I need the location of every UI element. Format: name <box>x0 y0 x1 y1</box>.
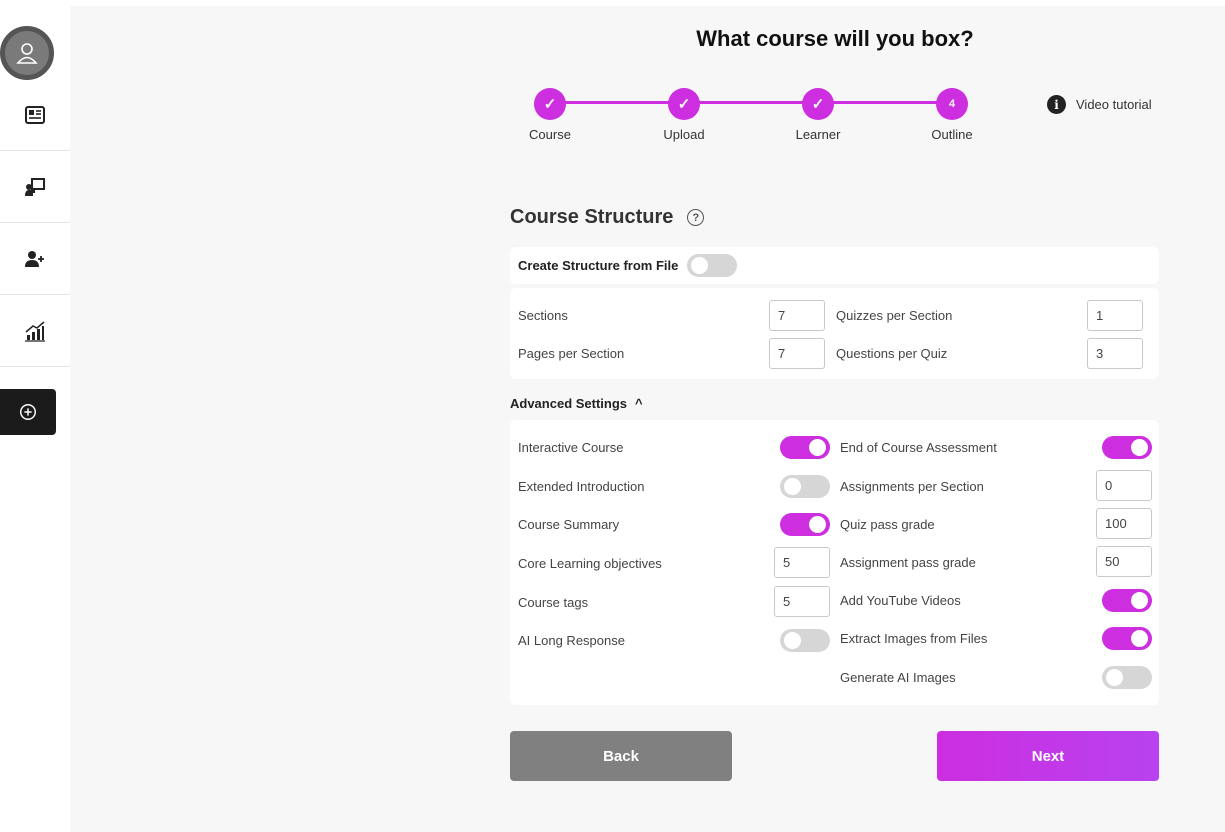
questions-per-quiz-input[interactable]: 3 <box>1087 338 1143 369</box>
info-icon: i <box>1047 95 1066 114</box>
add-youtube-videos-label: Add YouTube Videos <box>840 593 961 608</box>
video-tutorial-label: Video tutorial <box>1076 97 1152 112</box>
interactive-course-label: Interactive Course <box>518 440 624 455</box>
step-course[interactable]: ✓ Course <box>510 88 590 142</box>
extended-introduction-label: Extended Introduction <box>518 479 645 494</box>
add-youtube-videos-toggle[interactable] <box>1102 589 1152 612</box>
add-user-icon <box>25 251 44 267</box>
generate-ai-images-toggle[interactable] <box>1102 666 1152 689</box>
sidebar-new-course-button[interactable] <box>0 389 56 435</box>
end-of-course-assessment-toggle[interactable] <box>1102 436 1152 459</box>
core-learning-objectives-label: Core Learning objectives <box>518 556 662 571</box>
sidebar-item-presentation[interactable] <box>0 152 70 223</box>
advanced-settings-toggle[interactable]: Advanced Settings ^ <box>510 396 643 411</box>
sidebar-item-analytics[interactable] <box>0 296 70 367</box>
step-label: Outline <box>931 127 973 142</box>
section-title: Course Structure ? <box>510 206 705 229</box>
create-from-file-toggle[interactable] <box>687 254 738 277</box>
create-from-file-card: Create Structure from File <box>510 247 1159 284</box>
step-label: Learner <box>795 127 841 142</box>
extract-images-toggle[interactable] <box>1102 627 1152 650</box>
assignments-per-section-label: Assignments per Section <box>840 479 984 494</box>
advanced-settings-card: Interactive Course Extended Introduction… <box>510 420 1159 705</box>
core-learning-objectives-input[interactable]: 5 <box>774 547 830 578</box>
step-label: Upload <box>663 127 705 142</box>
stepper-line <box>550 101 952 104</box>
pages-per-section-input[interactable]: 7 <box>769 338 825 369</box>
step-number: 4 <box>936 88 968 120</box>
course-tags-input[interactable]: 5 <box>774 586 830 617</box>
sidebar-item-courses[interactable] <box>0 80 70 151</box>
section-title-text: Course Structure <box>510 206 674 228</box>
quiz-pass-grade-label: Quiz pass grade <box>840 517 935 532</box>
plus-circle-icon <box>20 404 36 420</box>
chevron-up-icon: ^ <box>635 396 643 411</box>
assignment-pass-grade-label: Assignment pass grade <box>840 555 976 570</box>
next-button[interactable]: Next <box>937 731 1159 781</box>
presenter-icon <box>25 178 45 196</box>
interactive-course-toggle[interactable] <box>780 436 830 459</box>
course-tags-label: Course tags <box>518 595 589 610</box>
generate-ai-images-label: Generate AI Images <box>840 670 956 685</box>
check-icon: ✓ <box>534 88 566 120</box>
ai-long-response-label: AI Long Response <box>518 633 625 648</box>
check-icon: ✓ <box>802 88 834 120</box>
chart-growth-icon <box>25 321 45 342</box>
pages-per-section-label: Pages per Section <box>518 346 625 361</box>
assignment-pass-grade-input[interactable]: 50 <box>1096 546 1152 577</box>
create-from-file-label: Create Structure from File <box>518 258 679 273</box>
main-content: What course will you box? ✓ Course ✓ Upl… <box>70 6 1225 832</box>
end-of-course-assessment-label: End of Course Assessment <box>840 440 997 455</box>
page-title: What course will you box? <box>696 26 974 51</box>
course-summary-toggle[interactable] <box>780 513 830 536</box>
step-upload[interactable]: ✓ Upload <box>644 88 724 142</box>
advanced-settings-label: Advanced Settings <box>510 396 628 411</box>
back-button[interactable]: Back <box>510 731 732 781</box>
structure-card: Sections 7 Quizzes per Section 1 Pages p… <box>510 288 1159 379</box>
sidebar <box>0 6 70 832</box>
user-icon <box>16 43 38 64</box>
video-tutorial-link[interactable]: i Video tutorial <box>1047 95 1152 114</box>
sections-input[interactable]: 7 <box>769 300 825 331</box>
sections-label: Sections <box>518 308 568 323</box>
step-label: Course <box>529 127 571 142</box>
ai-long-response-toggle[interactable] <box>780 629 830 652</box>
newspaper-icon <box>25 106 45 124</box>
quiz-pass-grade-input[interactable]: 100 <box>1096 508 1152 539</box>
assignments-per-section-input[interactable]: 0 <box>1096 470 1152 501</box>
questions-per-quiz-label: Questions per Quiz <box>836 346 948 361</box>
help-icon[interactable]: ? <box>687 209 705 226</box>
avatar[interactable] <box>0 26 54 80</box>
check-icon: ✓ <box>668 88 700 120</box>
quizzes-per-section-label: Quizzes per Section <box>836 308 953 323</box>
progress-stepper: ✓ Course ✓ Upload ✓ Learner 4 Outline <box>510 88 990 148</box>
extract-images-label: Extract Images from Files <box>840 631 988 646</box>
extended-introduction-toggle[interactable] <box>780 475 830 498</box>
sidebar-item-add-user[interactable] <box>0 224 70 295</box>
step-learner[interactable]: ✓ Learner <box>778 88 858 142</box>
quizzes-per-section-input[interactable]: 1 <box>1087 300 1143 331</box>
step-outline[interactable]: 4 Outline <box>912 88 992 142</box>
course-summary-label: Course Summary <box>518 517 620 532</box>
